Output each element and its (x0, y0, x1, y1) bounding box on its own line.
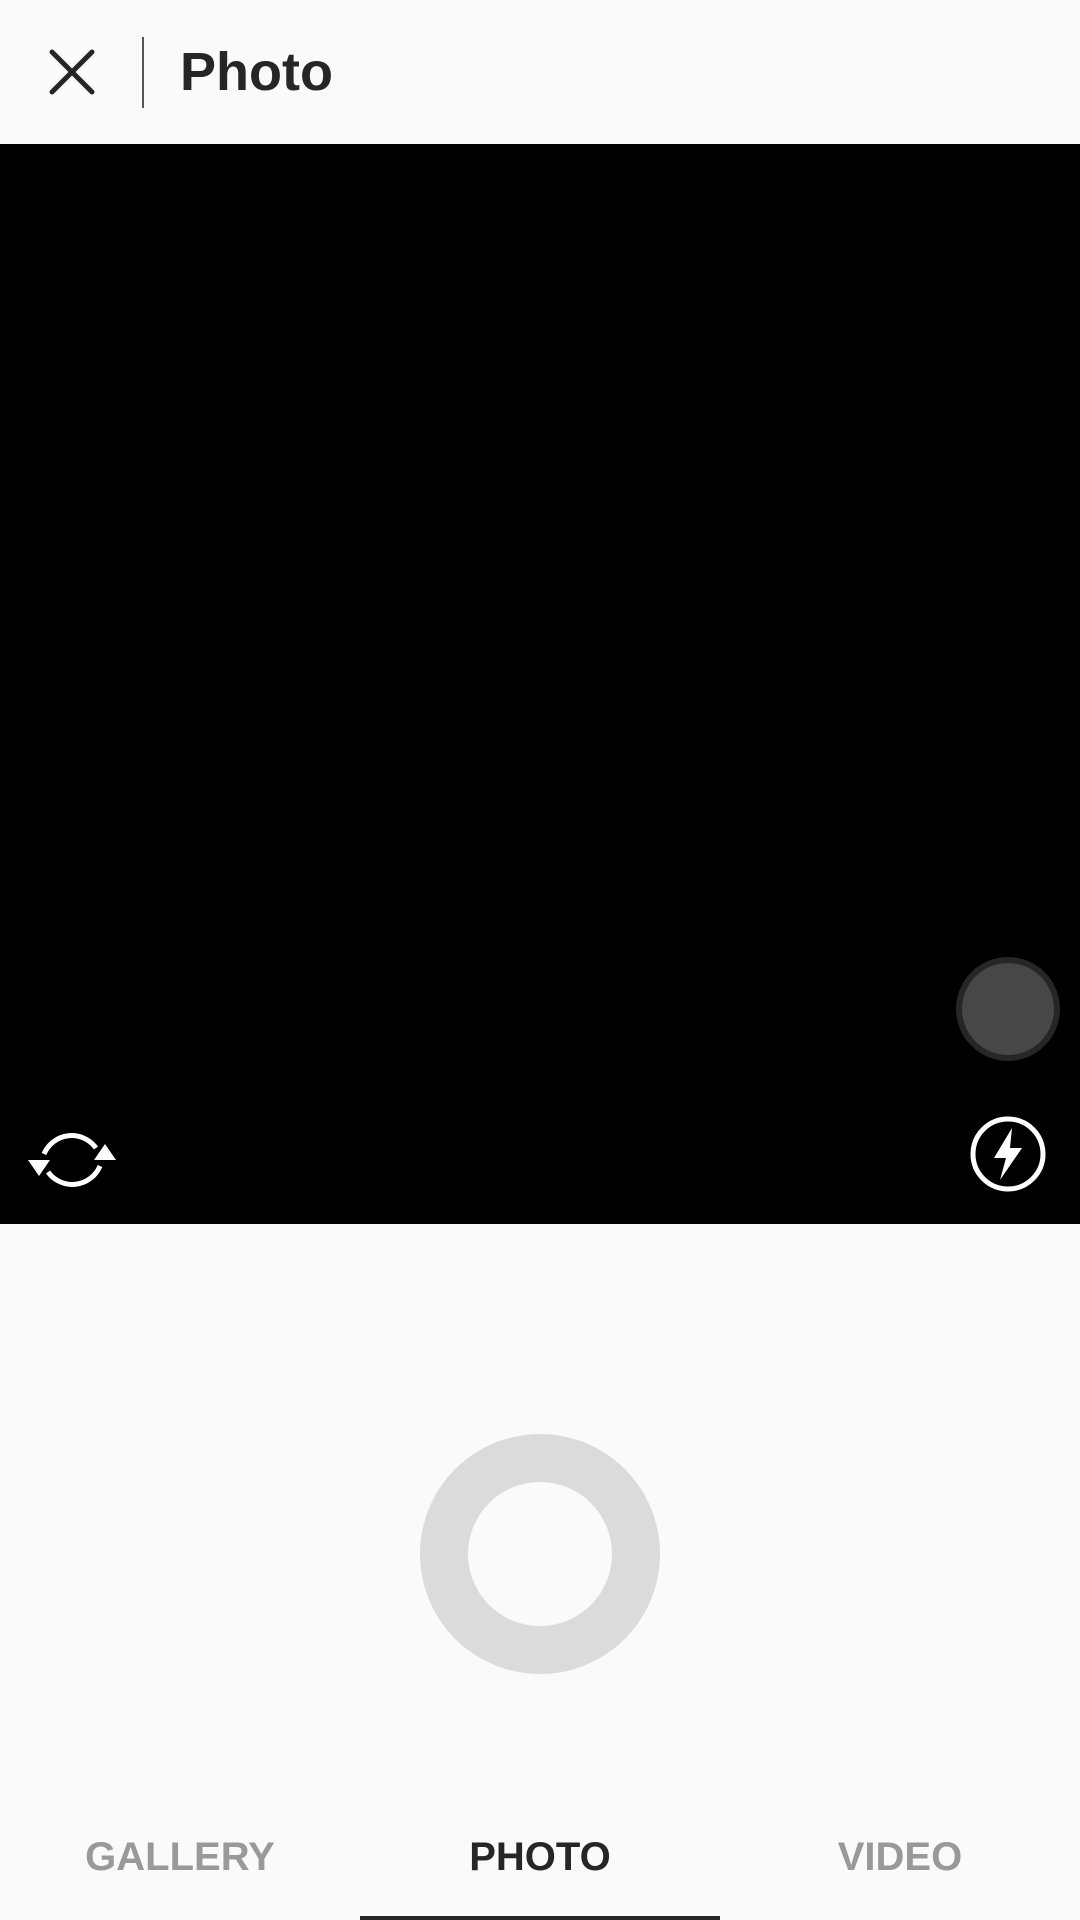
active-tab-indicator (360, 1916, 720, 1920)
tab-gallery[interactable]: GALLERY (0, 1800, 360, 1920)
tab-label: VIDEO (837, 1835, 963, 1879)
switch-camera-icon (28, 1133, 116, 1187)
flash-icon (970, 1116, 1046, 1192)
shutter-button[interactable] (420, 1434, 660, 1674)
record-dot-button[interactable] (956, 957, 1060, 1061)
page-title: Photo (180, 42, 333, 102)
tab-label: GALLERY (85, 1835, 275, 1879)
camera-screen: Photo GALLERY PHOTO VIDEO (0, 0, 1080, 1920)
tab-photo[interactable]: PHOTO (360, 1800, 720, 1920)
top-app-bar: Photo (0, 0, 1080, 144)
tab-video[interactable]: VIDEO (720, 1800, 1080, 1920)
switch-camera-button[interactable] (26, 1114, 118, 1206)
header-divider (142, 37, 144, 108)
camera-viewfinder[interactable] (0, 144, 1080, 1224)
flash-button[interactable] (968, 1114, 1048, 1194)
close-icon (49, 49, 95, 95)
close-button[interactable] (32, 32, 112, 112)
tab-label: PHOTO (469, 1835, 611, 1879)
mode-tabs: GALLERY PHOTO VIDEO (0, 1800, 1080, 1920)
